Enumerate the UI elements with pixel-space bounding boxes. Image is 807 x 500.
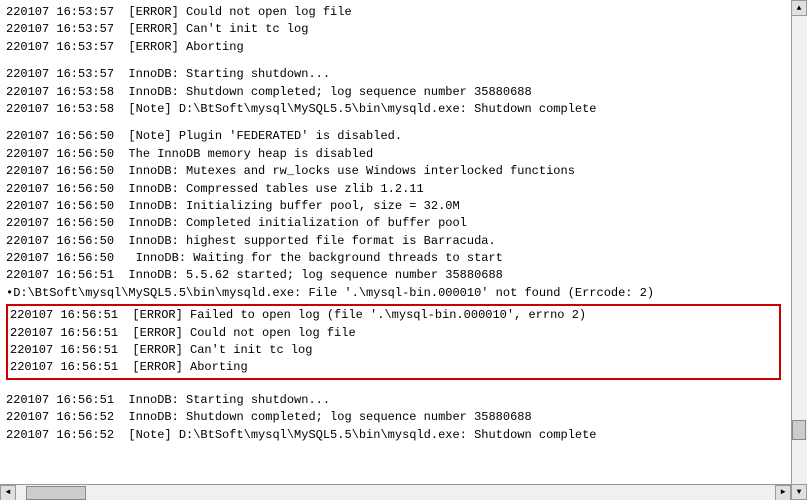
scroll-down-button[interactable]: ▼ xyxy=(791,484,807,500)
log-line: 220107 16:53:57 [ERROR] Can't init tc lo… xyxy=(6,21,785,38)
log-line: 220107 16:56:50 InnoDB: Waiting for the … xyxy=(6,250,785,267)
scroll-left-button[interactable]: ◄ xyxy=(0,485,16,500)
error-log-line: 220107 16:56:51 [ERROR] Can't init tc lo… xyxy=(10,342,777,359)
log-line: 220107 16:56:50 InnoDB: highest supporte… xyxy=(6,233,785,250)
log-line: •D:\BtSoft\mysql\MySQL5.5\bin\mysqld.exe… xyxy=(6,285,785,302)
log-line: 220107 16:53:58 [Note] D:\BtSoft\mysql\M… xyxy=(6,101,785,118)
log-line: 220107 16:53:57 [ERROR] Could not open l… xyxy=(6,4,785,21)
log-line: 220107 16:56:50 InnoDB: Initializing buf… xyxy=(6,198,785,215)
empty-line xyxy=(6,56,785,66)
error-log-line: 220107 16:56:51 [ERROR] Could not open l… xyxy=(10,325,777,342)
scroll-up-button[interactable]: ▲ xyxy=(791,0,807,16)
log-line: 220107 16:56:51 InnoDB: Starting shutdow… xyxy=(6,392,785,409)
log-line: 220107 16:56:50 [Note] Plugin 'FEDERATED… xyxy=(6,128,785,145)
log-line: 220107 16:56:52 [Note] D:\BtSoft\mysql\M… xyxy=(6,427,785,444)
log-line: 220107 16:53:57 [ERROR] Aborting xyxy=(6,39,785,56)
log-line: 220107 16:56:51 InnoDB: 5.5.62 started; … xyxy=(6,267,785,284)
log-line: 220107 16:56:50 InnoDB: Completed initia… xyxy=(6,215,785,232)
hscroll-track xyxy=(16,485,775,500)
vertical-scrollbar[interactable]: ▲ ▼ xyxy=(791,0,807,500)
error-log-line: 220107 16:56:51 [ERROR] Aborting xyxy=(10,359,777,376)
log-line: 220107 16:56:50 The InnoDB memory heap i… xyxy=(6,146,785,163)
log-line: 220107 16:56:50 InnoDB: Compressed table… xyxy=(6,181,785,198)
log-content: 220107 16:53:57 [ERROR] Could not open l… xyxy=(6,4,785,480)
log-line: 220107 16:56:50 InnoDB: Mutexes and rw_l… xyxy=(6,163,785,180)
scroll-thumb[interactable] xyxy=(792,420,806,440)
hscroll-thumb[interactable] xyxy=(26,486,86,500)
log-line: 220107 16:53:58 InnoDB: Shutdown complet… xyxy=(6,84,785,101)
empty-line xyxy=(6,118,785,128)
empty-line xyxy=(6,382,785,392)
error-highlight-box: 220107 16:56:51 [ERROR] Failed to open l… xyxy=(6,304,781,380)
scroll-right-button[interactable]: ► xyxy=(775,485,791,500)
log-line: 220107 16:53:57 InnoDB: Starting shutdow… xyxy=(6,66,785,83)
log-line: 220107 16:56:52 InnoDB: Shutdown complet… xyxy=(6,409,785,426)
horizontal-scrollbar[interactable]: ◄ ► xyxy=(0,484,791,500)
error-log-line: 220107 16:56:51 [ERROR] Failed to open l… xyxy=(10,307,777,324)
terminal-window: 220107 16:53:57 [ERROR] Could not open l… xyxy=(0,0,807,500)
